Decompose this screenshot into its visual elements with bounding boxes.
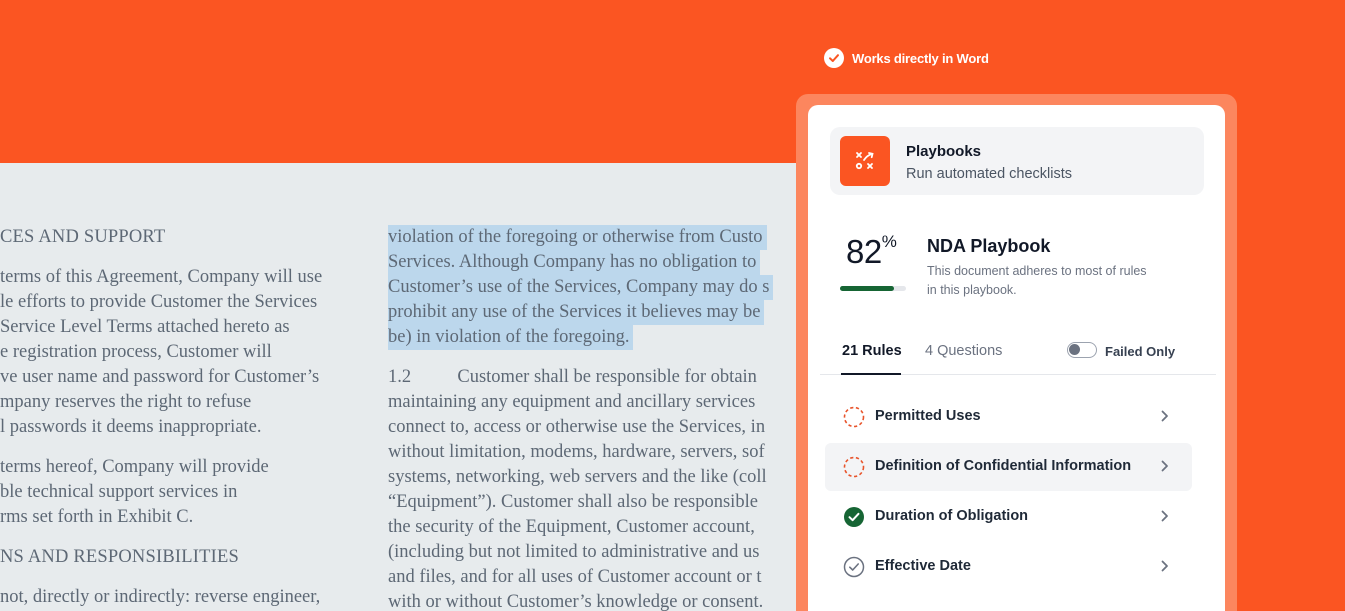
doc-line: ble technical support services in: [0, 482, 238, 502]
doc-line: CES AND SUPPORT: [0, 227, 166, 247]
highlighted-text[interactable]: be) in violation of the foregoing.: [388, 325, 634, 350]
doc-line: and files, and for all uses of Customer …: [388, 567, 762, 587]
doc-line: “Equipment”). Customer shall also be res…: [388, 492, 758, 512]
doc-line: with or without Customer’s knowledge or …: [388, 592, 764, 611]
doc-line: without limitation, modems, hardware, se…: [388, 442, 765, 462]
doc-line: l passwords it deems inappropriate.: [0, 417, 262, 437]
playbook-strategy-icon: [840, 136, 890, 186]
highlighted-text[interactable]: prohibit any use of the Services it beli…: [388, 300, 765, 325]
playbooks-subtitle: Run automated checklists: [906, 166, 1073, 182]
chevron-right-icon: [1161, 460, 1168, 472]
score-unit: %: [881, 232, 897, 251]
rules-tabs: 21 Rules 4 Questions Failed Only: [820, 331, 1216, 375]
toggle-knob: [1069, 344, 1080, 355]
doc-line: terms hereof, Company will provide: [0, 457, 269, 477]
rule-item-permitted-uses[interactable]: Permitted Uses: [825, 393, 1192, 441]
works-in-word-badge: Works directly in Word: [824, 48, 989, 68]
doc-line: (including but not limited to administra…: [388, 542, 760, 562]
doc-line: ve user name and password for Customer’s: [0, 367, 320, 387]
doc-line: rms set forth in Exhibit C.: [0, 507, 194, 527]
check-circle-outline-icon: [843, 556, 865, 578]
doc-line: the security of the Equipment, Customer …: [388, 517, 755, 537]
active-tab-underline: [841, 373, 901, 375]
score-progress-bar: [840, 286, 906, 291]
chevron-right-icon: [1161, 560, 1168, 572]
doc-line: NS AND RESPONSIBILITIES: [0, 547, 239, 567]
playbook-description: This document adheres to most of rules i…: [927, 264, 1147, 297]
word-document: CES AND SUPPORT terms of this Agreement,…: [0, 163, 800, 611]
pending-status-icon: [843, 456, 865, 478]
score-value: 82: [846, 233, 882, 270]
highlighted-text[interactable]: Customer’s use of the Services, Company …: [388, 275, 774, 300]
doc-line: le efforts to provide Customer the Servi…: [0, 292, 318, 312]
failed-only-label: Failed Only: [1105, 344, 1176, 359]
playbook-panel: Playbooks Run automated checklists 82% N…: [808, 105, 1225, 611]
rule-item-effective-date[interactable]: Effective Date: [825, 543, 1192, 591]
tab-questions[interactable]: 4 Questions: [925, 343, 1002, 359]
doc-line: systems, networking, web servers and the…: [388, 467, 767, 487]
highlighted-text[interactable]: violation of the foregoing or otherwise …: [388, 225, 767, 250]
doc-line: mpany reserves the right to refuse: [0, 392, 252, 412]
badge-text: Works directly in Word: [852, 50, 989, 66]
document-right-column: violation of the foregoing or otherwise …: [388, 225, 774, 611]
rule-item-duration-of-obligation[interactable]: Duration of Obligation: [825, 493, 1192, 541]
check-circle-filled-icon: [844, 507, 864, 527]
doc-line: terms of this Agreement, Company will us…: [0, 267, 323, 287]
failed-only-toggle[interactable]: [1067, 342, 1097, 358]
playbook-title: NDA Playbook: [927, 236, 1051, 256]
doc-line: Service Level Terms attached hereto as: [0, 317, 290, 337]
playbooks-title: Playbooks: [906, 143, 982, 160]
doc-line: 1.2 Customer shall be responsible for ob…: [388, 367, 757, 387]
rule-label: Definition of Confidential Information: [875, 458, 1132, 474]
doc-line: e registration process, Customer will: [0, 342, 272, 362]
playbooks-card[interactable]: Playbooks Run automated checklists: [830, 127, 1204, 195]
document-left-column: CES AND SUPPORT terms of this Agreement,…: [0, 225, 322, 610]
chevron-right-icon: [1161, 410, 1168, 422]
compliance-score: 82%: [846, 232, 897, 271]
pending-status-icon: [843, 406, 865, 428]
check-circle-icon: [824, 48, 844, 68]
tab-rules[interactable]: 21 Rules: [842, 343, 902, 359]
rule-item-definition-of-confidential-information[interactable]: Definition of Confidential Information: [825, 443, 1192, 491]
rule-label: Permitted Uses: [875, 408, 981, 424]
doc-line: maintaining any equipment and ancillary …: [388, 392, 756, 412]
score-progress-fill: [840, 286, 895, 291]
doc-line: connect to, access or otherwise use the …: [388, 417, 766, 437]
rule-label: Effective Date: [875, 558, 971, 574]
highlighted-text[interactable]: Services. Although Company has no obliga…: [388, 250, 761, 275]
doc-line: not, directly or indirectly: reverse eng…: [0, 587, 321, 607]
chevron-right-icon: [1161, 510, 1168, 522]
rule-label: Duration of Obligation: [875, 508, 1029, 524]
